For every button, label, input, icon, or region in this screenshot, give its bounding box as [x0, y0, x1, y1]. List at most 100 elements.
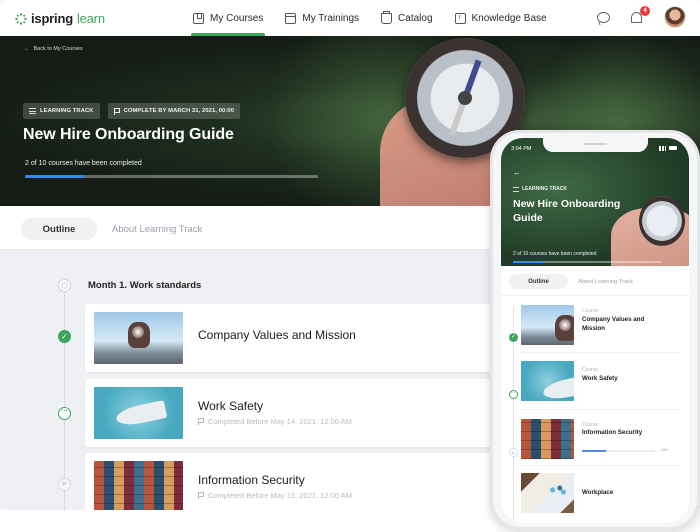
mobile-progress-bar	[513, 261, 661, 263]
ispring-logo-icon	[15, 12, 27, 25]
learning-track-icon	[513, 186, 519, 192]
course-name: Work Safety	[582, 375, 618, 382]
mobile-learning-track-label: LEARNING TRACK	[522, 186, 567, 192]
top-navigation-bar: ispring learn My Courses My Trainings Cat…	[0, 0, 700, 36]
nav-my-trainings[interactable]: My Trainings	[285, 0, 359, 36]
mobile-tab-outline[interactable]: Outline	[509, 274, 568, 289]
course-title: Work Safety	[198, 399, 264, 413]
course-progress-percent: 33%	[661, 448, 669, 452]
mobile-progress-text: 2 of 10 courses have been completed	[513, 251, 597, 257]
course-card[interactable]: Information Security Completed Before Ma…	[85, 453, 505, 510]
track-progress-bar	[25, 175, 318, 178]
chat-icon[interactable]	[597, 11, 610, 23]
hero-chips: LEARNING TRACK COMPLETE BY MARCH 31, 202…	[23, 103, 241, 119]
course-type-label: Course	[582, 308, 599, 314]
mobile-preview-device: 3:04 PM ← LEARNING TRACK New Hire Onboar…	[490, 130, 700, 530]
course-due-date: Completed Before May 15, 2021, 12:00 AM	[198, 491, 352, 500]
nav-my-trainings-label: My Trainings	[302, 12, 360, 24]
course-thumbnail	[94, 387, 183, 439]
learning-track-chip: LEARNING TRACK	[23, 103, 100, 119]
course-progress-bar	[582, 450, 655, 452]
logo-brand: ispring	[31, 11, 73, 26]
timeline-line	[64, 290, 65, 510]
mobile-course-item[interactable]: Course Information Security 33%	[521, 419, 681, 459]
mobile-learning-track-chip: LEARNING TRACK	[513, 186, 567, 192]
section-title: Month 1. Work standards	[88, 280, 202, 291]
learning-track-icon	[29, 108, 36, 114]
mobile-progress-fill	[513, 261, 543, 263]
back-to-my-courses-link[interactable]: ← Back to My Courses	[24, 46, 83, 52]
course-thumbnail	[94, 461, 183, 510]
course-card[interactable]: Company Values and Mission	[85, 304, 505, 372]
completed-check-icon: ✓	[58, 330, 71, 343]
course-name: Information Security	[582, 429, 643, 436]
due-date-chip-label: COMPLETE BY MARCH 31, 2021, 00:00	[123, 108, 235, 114]
completed-check-icon: ✓	[509, 333, 518, 342]
mobile-page-title: New Hire Onboarding Guide	[513, 198, 621, 224]
course-thumbnail	[521, 305, 574, 345]
course-card[interactable]: Work Safety Completed Before May 14, 202…	[85, 379, 505, 447]
flag-icon	[198, 492, 204, 499]
header-actions: 4	[597, 6, 686, 28]
divider	[521, 409, 679, 410]
play-icon: ▶	[58, 478, 71, 491]
page-title: New Hire Onboarding Guide	[23, 126, 234, 143]
course-type-label: Course	[582, 422, 599, 428]
mobile-screen: 3:04 PM ← LEARNING TRACK New Hire Onboar…	[501, 138, 689, 523]
book-icon	[193, 12, 204, 24]
mobile-tab-about[interactable]: About Learning Track	[578, 274, 633, 289]
mobile-hero-compass-image	[639, 196, 685, 246]
course-due-date-label: Completed Before May 15, 2021, 12:00 AM	[208, 491, 352, 500]
course-thumbnail	[521, 419, 574, 459]
logo-product: learn	[76, 11, 105, 26]
flag-icon	[198, 418, 204, 425]
status-bar-time: 3:04 PM	[511, 146, 532, 152]
course-thumbnail	[94, 312, 183, 364]
nav-my-courses[interactable]: My Courses	[190, 0, 266, 36]
mobile-tabs: Outline About Learning Track	[501, 266, 689, 296]
course-title: Company Values and Mission	[198, 328, 356, 342]
course-due-date-label: Completed Before May 14, 2021, 12:00 AM	[208, 417, 352, 426]
tab-outline[interactable]: Outline	[21, 218, 97, 240]
logo[interactable]: ispring learn	[15, 11, 105, 26]
nav-catalog[interactable]: Catalog	[381, 0, 433, 36]
nav-my-courses-label: My Courses	[210, 12, 264, 24]
learning-track-chip-label: LEARNING TRACK	[40, 108, 94, 114]
user-avatar[interactable]	[664, 6, 686, 28]
back-link-label: Back to My Courses	[33, 46, 83, 52]
course-due-date: Completed Before May 14, 2021, 12:00 AM	[198, 417, 352, 426]
nav-knowledge-base[interactable]: Knowledge Base	[454, 0, 547, 36]
mobile-course-item[interactable]: Course Company Values and Mission	[521, 305, 681, 345]
due-date-chip: COMPLETE BY MARCH 31, 2021, 00:00	[107, 103, 241, 119]
course-name: Workplace	[582, 489, 614, 496]
tab-about-learning-track[interactable]: About Learning Track	[112, 218, 202, 240]
course-type-label: Course	[582, 367, 599, 373]
mobile-hero: ← LEARNING TRACK New Hire Onboarding Gui…	[501, 138, 689, 266]
calendar-icon	[285, 12, 297, 24]
catalog-icon	[381, 10, 393, 24]
nav-knowledge-base-label: Knowledge Base	[471, 12, 547, 24]
signal-icon	[659, 146, 666, 151]
phone-notch	[543, 138, 648, 152]
course-name: Company Values and Mission	[582, 316, 645, 332]
divider	[521, 465, 679, 466]
in-progress-dots-icon: ···	[58, 407, 71, 420]
notifications-button[interactable]: 4	[630, 6, 650, 24]
nav-catalog-label: Catalog	[398, 12, 433, 24]
mobile-back-arrow-icon[interactable]: ←	[513, 168, 521, 177]
progress-text: 2 of 10 courses have been completed	[25, 160, 142, 167]
play-icon: ▶	[509, 448, 518, 457]
status-bar-icons	[659, 146, 677, 151]
section-node-icon	[58, 279, 71, 292]
arrow-left-icon: ←	[24, 46, 30, 52]
knowledge-base-icon	[454, 12, 466, 24]
course-title: Information Security	[198, 473, 305, 487]
mobile-course-item[interactable]: Course Work Safety	[521, 361, 681, 401]
main-nav: My Courses My Trainings Catalog Knowledg…	[190, 0, 569, 36]
notification-badge: 4	[640, 6, 650, 16]
course-thumbnail	[521, 361, 574, 401]
course-progress-fill	[582, 450, 607, 452]
mobile-course-item[interactable]: Workplace	[521, 473, 681, 513]
in-progress-dots-icon: ···	[509, 390, 518, 399]
track-progress-fill	[25, 175, 84, 178]
